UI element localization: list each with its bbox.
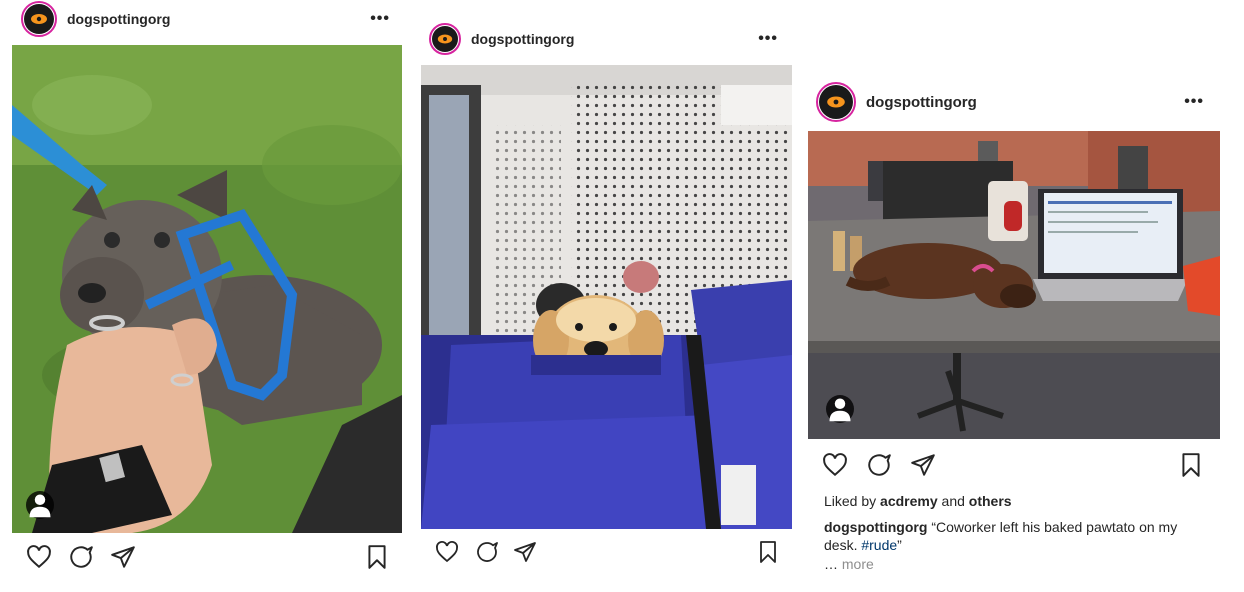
avatar[interactable] <box>429 23 461 55</box>
user-tag-icon[interactable] <box>826 395 854 423</box>
more-horizontal-icon[interactable]: ••• <box>1184 93 1204 111</box>
likes-summary: Liked by acdremy and others <box>824 493 1012 509</box>
share-icon[interactable] <box>110 544 136 570</box>
bookmark-icon[interactable] <box>1178 452 1204 478</box>
post-actions <box>421 536 792 572</box>
post-caption: dogspottingorg “Coworker left his baked … <box>824 518 1209 554</box>
caption-username[interactable]: dogspottingorg <box>824 519 927 535</box>
caption-more-link[interactable]: … more <box>824 556 874 572</box>
post-photo[interactable] <box>421 65 792 529</box>
more-horizontal-icon[interactable]: ••• <box>758 30 778 48</box>
avatar[interactable] <box>816 82 856 122</box>
post-header: dogspottingorg ••• <box>12 0 402 38</box>
post-card-1: dogspottingorg ••• <box>12 0 402 592</box>
heart-icon[interactable] <box>822 452 848 478</box>
post-photo[interactable] <box>808 131 1220 439</box>
more-horizontal-icon[interactable]: ••• <box>370 10 390 28</box>
post-card-2: dogspottingorg ••• <box>421 20 792 580</box>
share-icon[interactable] <box>910 452 936 478</box>
post-username[interactable]: dogspottingorg <box>866 94 977 111</box>
bookmark-icon[interactable] <box>756 540 780 564</box>
post-username[interactable]: dogspottingorg <box>471 31 574 47</box>
post-actions <box>808 450 1220 486</box>
caption-end: ” <box>897 537 902 553</box>
post-username[interactable]: dogspottingorg <box>67 11 170 27</box>
liked-by-prefix: Liked by <box>824 493 877 509</box>
post-card-3: dogspottingorg ••• Liked by acdremy and … <box>808 80 1220 580</box>
share-icon[interactable] <box>513 540 537 564</box>
user-tag-icon[interactable] <box>26 491 54 519</box>
heart-icon[interactable] <box>26 544 52 570</box>
avatar[interactable] <box>21 1 57 37</box>
comment-icon[interactable] <box>475 540 499 564</box>
post-header: dogspottingorg ••• <box>808 82 1220 122</box>
dogspotting-logo-icon <box>819 85 853 119</box>
dogspotting-logo-icon <box>432 26 458 52</box>
train-dog-photo <box>421 65 792 529</box>
post-actions <box>12 540 402 576</box>
comment-icon[interactable] <box>68 544 94 570</box>
liked-by-user[interactable]: acdremy <box>880 493 938 509</box>
more-label[interactable]: more <box>842 556 874 572</box>
puppy-photo <box>12 45 402 533</box>
post-photo[interactable] <box>12 45 402 533</box>
liked-by-and: and <box>941 493 965 509</box>
liked-by-others[interactable]: others <box>969 493 1012 509</box>
post-header: dogspottingorg ••• <box>421 20 792 58</box>
more-prefix: … <box>824 556 838 572</box>
dogspotting-logo-icon <box>24 4 54 34</box>
bookmark-icon[interactable] <box>364 544 390 570</box>
caption-hashtag[interactable]: #rude <box>861 537 897 553</box>
desk-puppy-photo <box>808 131 1220 439</box>
comment-icon[interactable] <box>866 452 892 478</box>
heart-icon[interactable] <box>435 540 459 564</box>
